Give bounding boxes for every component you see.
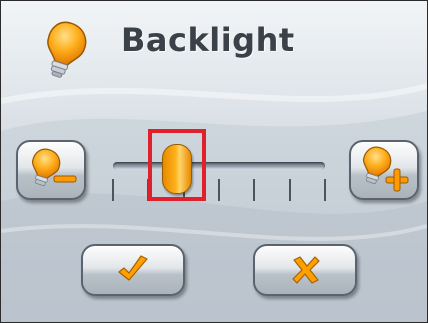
slider-thumb-highlight [147, 129, 206, 201]
lightbulb-icon [47, 21, 87, 78]
backlight-screen: Backlight [0, 0, 428, 323]
slider-tick [112, 179, 114, 201]
checkmark-icon [118, 255, 148, 281]
bulb-plus-icon [362, 146, 409, 192]
slider-tick [324, 179, 326, 201]
page-title: Backlight [121, 21, 295, 59]
cancel-button[interactable] [253, 244, 357, 296]
brightness-slider-track[interactable] [113, 162, 325, 170]
decrease-brightness-button[interactable] [16, 140, 86, 200]
increase-brightness-button[interactable] [349, 140, 419, 200]
x-icon [292, 256, 320, 284]
confirm-button[interactable] [81, 244, 185, 296]
slider-tick [253, 179, 256, 201]
bulb-minus-icon [31, 148, 77, 187]
slider-tick [218, 179, 220, 201]
slider-tick [288, 179, 291, 201]
